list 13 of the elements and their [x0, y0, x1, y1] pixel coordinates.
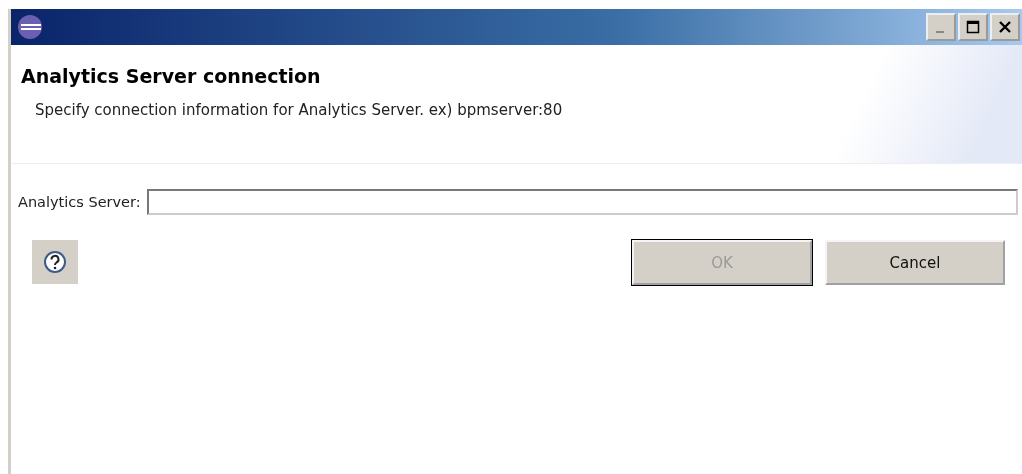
- field-label: Analytics Server:: [18, 194, 141, 210]
- globe-icon: [17, 14, 43, 40]
- maximize-button[interactable]: [958, 13, 988, 41]
- dialog-button[interactable]: Cancel: [825, 240, 1005, 285]
- close-icon: [998, 20, 1012, 34]
- help-icon: [43, 250, 67, 274]
- help-button[interactable]: [32, 240, 78, 284]
- dialog-heading: Analytics Server connection: [21, 64, 322, 87]
- description-text: Specify connection information for Analytics Server. ex) bpmserver:80: [34, 100, 564, 119]
- close-button[interactable]: [990, 13, 1020, 41]
- server-input-field[interactable]: [146, 189, 1018, 215]
- minimize-icon: [935, 31, 944, 33]
- maximize-icon: [966, 20, 980, 34]
